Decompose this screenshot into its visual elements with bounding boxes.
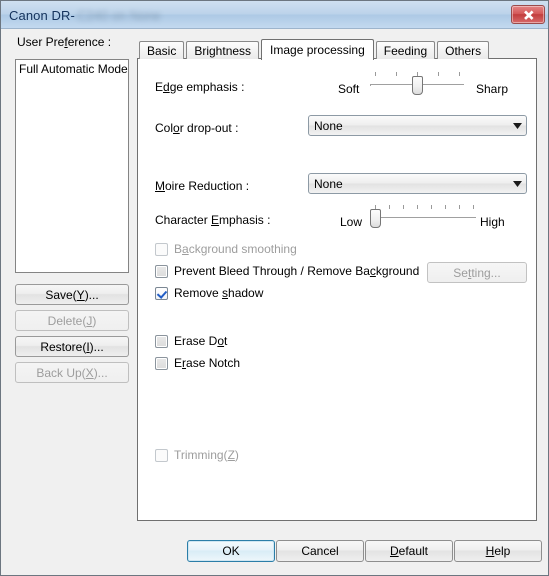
- checkbox-box[interactable]: [155, 448, 168, 462]
- checkbox-erase-notch[interactable]: Erase Notch: [155, 356, 240, 370]
- color-dropout-value: None: [314, 118, 343, 133]
- chevron-down-icon[interactable]: [509, 180, 526, 187]
- checkbox-remove-shadow[interactable]: Remove shadow: [155, 286, 263, 300]
- backup-preference-button[interactable]: Back Up(X)...: [15, 362, 129, 383]
- user-preference-list[interactable]: Full Automatic Mode: [15, 59, 129, 273]
- character-emphasis-min-label: Low: [340, 215, 363, 229]
- delete-preference-label: Delete(J): [47, 313, 97, 328]
- checkbox-box[interactable]: [155, 286, 168, 300]
- tab-basic[interactable]: Basic: [139, 41, 185, 59]
- moire-reduction-value: None: [314, 176, 343, 191]
- moire-reduction-combo[interactable]: None: [308, 173, 527, 194]
- ok-button-label: OK: [222, 544, 240, 558]
- checkbox-remove-shadow-label: Remove shadow: [174, 286, 264, 300]
- ok-button[interactable]: OK: [187, 540, 275, 562]
- help-button-label: Help: [485, 544, 511, 558]
- close-icon: [524, 10, 534, 20]
- cancel-button[interactable]: Cancel: [276, 540, 364, 562]
- help-button[interactable]: Help: [454, 540, 542, 562]
- slider-tick: [473, 205, 474, 209]
- tab-feeding[interactable]: Feeding: [375, 41, 436, 59]
- checkbox-background-smoothing[interactable]: Background smoothing: [155, 242, 297, 256]
- image-processing-panel: Edge emphasis : Soft Sharp Color drop-ou…: [137, 58, 537, 521]
- title-bar: Canon DR- C240 on None: [1, 1, 548, 29]
- restore-preference-label: Restore(I)...: [40, 339, 104, 354]
- slider-tick: [389, 205, 390, 209]
- character-emphasis-max-label: High: [480, 215, 505, 229]
- save-preference-label: Save(Y)...: [45, 287, 99, 302]
- slider-tick: [417, 205, 418, 209]
- slider-tick: [396, 72, 397, 76]
- close-button[interactable]: [511, 5, 545, 24]
- color-dropout-label: Color drop-out :: [155, 121, 239, 135]
- color-dropout-combo[interactable]: None: [308, 115, 527, 136]
- character-emphasis-ticks: [370, 205, 478, 210]
- window-title-redacted: C240 on None: [76, 7, 161, 23]
- slider-tick: [375, 72, 376, 76]
- save-preference-button[interactable]: Save(Y)...: [15, 284, 129, 305]
- character-emphasis-slider[interactable]: [370, 205, 478, 231]
- slider-tick: [403, 205, 404, 209]
- checkbox-background-smoothing-label: Background smoothing: [174, 242, 297, 256]
- user-preference-label: User Preference :: [17, 35, 112, 49]
- restore-preference-button[interactable]: Restore(I)...: [15, 336, 129, 357]
- character-emphasis-label: Character Emphasis :: [155, 213, 271, 227]
- slider-tick: [459, 205, 460, 209]
- checkbox-erase-notch-label: Erase Notch: [174, 356, 241, 370]
- slider-tick: [445, 205, 446, 209]
- default-button-label: Default: [389, 544, 429, 558]
- default-button[interactable]: Default: [365, 540, 453, 562]
- slider-tick: [431, 205, 432, 209]
- setting-button[interactable]: Setting...: [427, 262, 527, 283]
- setting-button-label: Setting...: [453, 265, 501, 280]
- slider-tick: [438, 72, 439, 76]
- checkbox-box[interactable]: [155, 356, 168, 370]
- checkbox-trimming-label: Trimming(Z): [174, 448, 239, 462]
- backup-preference-label: Back Up(X)...: [36, 365, 108, 380]
- slider-tick: [459, 72, 460, 76]
- tab-others[interactable]: Others: [437, 41, 490, 59]
- tab-image-processing[interactable]: Image processing: [261, 39, 374, 60]
- edge-emphasis-thumb[interactable]: [412, 76, 423, 95]
- checkbox-erase-dot[interactable]: Erase Dot: [155, 334, 227, 348]
- checkbox-trimming[interactable]: Trimming(Z): [155, 448, 239, 462]
- edge-emphasis-slider[interactable]: [370, 72, 466, 98]
- window-title: Canon DR- C240 on None: [9, 5, 504, 25]
- checkbox-prevent-bleed-through[interactable]: Prevent Bleed Through / Remove Backgroun…: [155, 264, 419, 278]
- checkbox-erase-dot-label: Erase Dot: [174, 334, 228, 348]
- delete-preference-button[interactable]: Delete(J): [15, 310, 129, 331]
- character-emphasis-track: [370, 217, 476, 219]
- character-emphasis-thumb[interactable]: [370, 209, 381, 228]
- edge-emphasis-min-label: Soft: [338, 82, 360, 96]
- window-title-text: Canon DR-: [9, 7, 75, 23]
- list-item[interactable]: Full Automatic Mode: [16, 60, 128, 76]
- scanner-settings-dialog: Canon DR- C240 on None User Preference : …: [0, 0, 549, 576]
- edge-emphasis-max-label: Sharp: [476, 82, 509, 96]
- tab-brightness[interactable]: Brightness: [186, 41, 260, 59]
- moire-reduction-label: Moire Reduction :: [155, 179, 250, 193]
- cancel-button-label: Cancel: [301, 544, 339, 558]
- edge-emphasis-label: Edge emphasis :: [155, 80, 245, 94]
- chevron-down-icon[interactable]: [509, 122, 526, 129]
- checkbox-box[interactable]: [155, 242, 168, 256]
- checkbox-prevent-bleed-through-label: Prevent Bleed Through / Remove Backgroun…: [174, 264, 420, 278]
- checkbox-box[interactable]: [155, 264, 168, 278]
- tab-strip: Basic Brightness Image processing Feedin…: [139, 39, 491, 60]
- checkbox-box[interactable]: [155, 334, 168, 348]
